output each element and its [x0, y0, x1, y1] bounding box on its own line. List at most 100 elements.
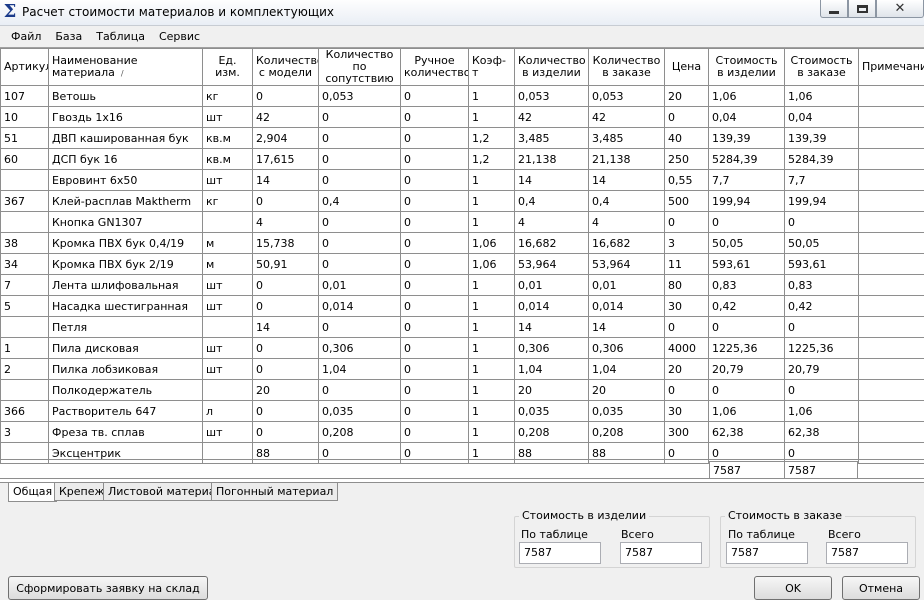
cell-cost-item[interactable]: 7,7	[708, 169, 785, 191]
cell-qty-item[interactable]: 3,485	[514, 127, 589, 149]
table-row[interactable]: 366 Растворитель 647 л 0 0,035 0 1 0,035 0,035 30…	[0, 400, 924, 422]
title-bar[interactable]: Σ Расчет стоимости материалов и комплект…	[0, 0, 924, 26]
cell-price[interactable]: 30	[664, 295, 709, 317]
cell-name[interactable]: Кромка ПВХ бук 0,4/19	[48, 232, 203, 254]
cell-cost-order[interactable]: 0,04	[784, 106, 859, 128]
cell-name[interactable]: Пила дисковая	[48, 337, 203, 359]
cell-qty-manual[interactable]: 0	[400, 295, 469, 317]
cell-cost-order[interactable]: 1,06	[784, 85, 859, 107]
cell-price[interactable]: 500	[664, 190, 709, 212]
cell-price[interactable]: 0	[664, 106, 709, 128]
col-header-cost-item[interactable]: Стоимость в изделии	[708, 48, 785, 86]
cell-note[interactable]	[858, 85, 924, 107]
cell-qty-order[interactable]: 0,014	[588, 295, 665, 317]
cell-cost-item[interactable]: 62,38	[708, 421, 785, 443]
cell-qty-accomp[interactable]: 0	[318, 211, 401, 233]
cell-qty-order[interactable]: 14	[588, 169, 665, 191]
cell-qty-accomp[interactable]: 0,01	[318, 274, 401, 296]
table-row[interactable]: 5 Насадка шестигранная шт 0 0,014 0 1 0,014 0,01…	[0, 295, 924, 317]
cell-article[interactable]: 107	[0, 85, 49, 107]
cell-qty-model[interactable]: 14	[252, 316, 319, 338]
cell-coef[interactable]: 1	[468, 316, 515, 338]
cell-cost-order[interactable]: 0	[784, 211, 859, 233]
cell-article[interactable]	[0, 316, 49, 338]
cell-cost-order[interactable]: 50,05	[784, 232, 859, 254]
cell-cost-order[interactable]: 0	[784, 379, 859, 401]
cell-note[interactable]	[858, 379, 924, 401]
col-header-qty-item[interactable]: Количество в изделии	[514, 48, 589, 86]
cell-article[interactable]: 1	[0, 337, 49, 359]
cell-qty-item[interactable]: 14	[514, 169, 589, 191]
cell-coef[interactable]: 1	[468, 400, 515, 422]
cell-qty-model[interactable]: 0	[252, 421, 319, 443]
cell-qty-model[interactable]: 15,738	[252, 232, 319, 254]
cell-qty-order[interactable]: 1,04	[588, 358, 665, 380]
cell-qty-accomp[interactable]: 0	[318, 169, 401, 191]
cell-coef[interactable]: 1	[468, 379, 515, 401]
cell-price[interactable]: 0	[664, 211, 709, 233]
cell-name[interactable]: Пилка лобзиковая	[48, 358, 203, 380]
cell-cost-item[interactable]: 0	[708, 211, 785, 233]
cell-qty-manual[interactable]: 0	[400, 148, 469, 170]
cell-name[interactable]: Полкодержатель	[48, 379, 203, 401]
tab-linear-material[interactable]: Погонный материал	[211, 483, 339, 501]
cell-unit[interactable]: шт	[202, 169, 253, 191]
col-header-coef[interactable]: Коэф-т	[468, 48, 515, 86]
cell-qty-accomp[interactable]: 0	[318, 127, 401, 149]
cell-cost-order[interactable]: 1,06	[784, 400, 859, 422]
cell-cost-order[interactable]: 20,79	[784, 358, 859, 380]
cell-qty-item[interactable]: 16,682	[514, 232, 589, 254]
cell-article[interactable]: 10	[0, 106, 49, 128]
cell-unit[interactable]: шт	[202, 295, 253, 317]
cell-note[interactable]	[858, 316, 924, 338]
col-header-qty-model[interactable]: Количество с модели	[252, 48, 319, 86]
cell-qty-order[interactable]: 20	[588, 379, 665, 401]
cell-qty-manual[interactable]: 0	[400, 358, 469, 380]
cell-qty-manual[interactable]: 0	[400, 274, 469, 296]
cell-qty-order[interactable]: 0,053	[588, 85, 665, 107]
cell-note[interactable]	[858, 106, 924, 128]
cell-qty-accomp[interactable]: 0,053	[318, 85, 401, 107]
cell-qty-order[interactable]: 4	[588, 211, 665, 233]
close-button[interactable]: ✕	[876, 0, 924, 18]
cell-note[interactable]	[858, 295, 924, 317]
cell-coef[interactable]: 1	[468, 106, 515, 128]
cell-qty-model[interactable]: 17,615	[252, 148, 319, 170]
cell-qty-model[interactable]: 0	[252, 274, 319, 296]
cell-qty-model[interactable]: 0	[252, 295, 319, 317]
cell-note[interactable]	[858, 148, 924, 170]
table-row[interactable]: 51 ДВП кашированная бук кв.м 2,904 0 0 1,2 3,48…	[0, 127, 924, 149]
ok-button[interactable]: OK	[754, 576, 832, 600]
cell-qty-manual[interactable]: 0	[400, 379, 469, 401]
cell-note[interactable]	[858, 421, 924, 443]
cell-qty-accomp[interactable]: 0,208	[318, 421, 401, 443]
cell-qty-order[interactable]: 0,4	[588, 190, 665, 212]
cell-cost-item[interactable]: 0,83	[708, 274, 785, 296]
cell-name[interactable]: ДВП кашированная бук	[48, 127, 203, 149]
cell-qty-model[interactable]: 50,91	[252, 253, 319, 275]
cell-qty-item[interactable]: 42	[514, 106, 589, 128]
cell-article[interactable]: 366	[0, 400, 49, 422]
cell-coef[interactable]: 1	[468, 295, 515, 317]
cell-coef[interactable]: 1	[468, 274, 515, 296]
cell-cost-order[interactable]: 0,83	[784, 274, 859, 296]
cell-cost-order[interactable]: 139,39	[784, 127, 859, 149]
cell-article[interactable]: 5	[0, 295, 49, 317]
cell-name[interactable]: Евровинт 6х50	[48, 169, 203, 191]
cell-qty-model[interactable]: 42	[252, 106, 319, 128]
maximize-button[interactable]	[848, 0, 876, 18]
cell-article[interactable]: 38	[0, 232, 49, 254]
cell-qty-manual[interactable]: 0	[400, 232, 469, 254]
cell-unit[interactable]: л	[202, 400, 253, 422]
materials-grid[interactable]: Артикул Наименование материала / Ед. изм.…	[0, 47, 924, 482]
cell-price[interactable]: 30	[664, 400, 709, 422]
cell-qty-model[interactable]: 0	[252, 337, 319, 359]
cell-price[interactable]: 300	[664, 421, 709, 443]
cell-qty-model[interactable]: 0	[252, 190, 319, 212]
cell-name[interactable]: Клей-расплав Maktherm	[48, 190, 203, 212]
table-row[interactable]: 3 Фреза тв. сплав шт 0 0,208 0 1 0,208 0,208 300 6…	[0, 421, 924, 443]
minimize-button[interactable]	[820, 0, 848, 18]
cell-unit[interactable]: м	[202, 253, 253, 275]
table-row[interactable]: 34 Кромка ПВХ бук 2/19 м 50,91 0 0 1,06 53,964 5…	[0, 253, 924, 275]
cell-article[interactable]	[0, 211, 49, 233]
